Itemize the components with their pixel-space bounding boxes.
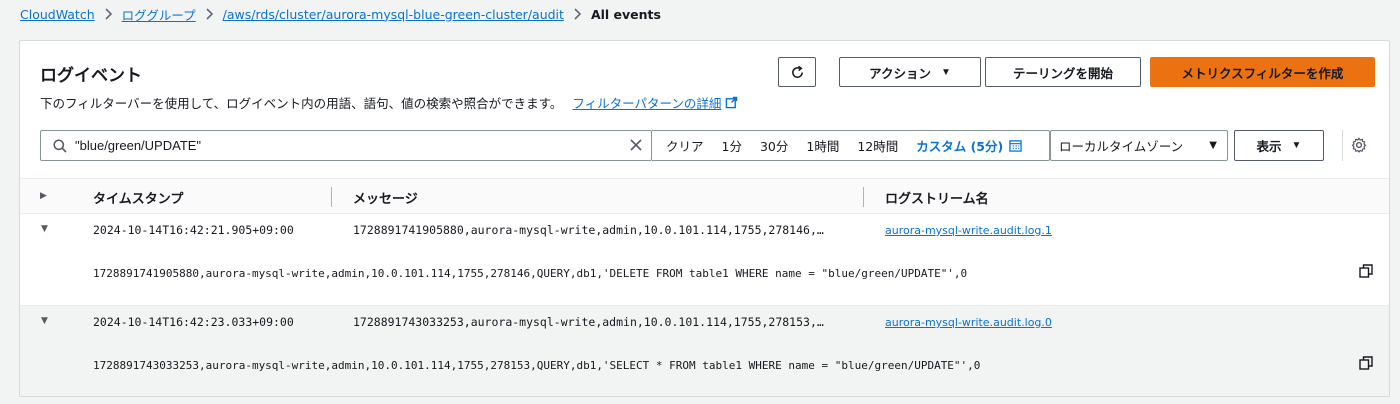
external-link-icon[interactable] xyxy=(725,96,738,109)
caret-down-icon: ▼ xyxy=(940,66,951,78)
filter-search-box xyxy=(40,130,652,161)
row-full-message: 1728891743033253,aurora-mysql-write,admi… xyxy=(93,359,981,372)
divider xyxy=(1342,130,1343,161)
row-message: 1728891743033253,aurora-mysql-write,admi… xyxy=(353,315,824,329)
time-range-1m[interactable]: 1分 xyxy=(722,136,742,155)
log-events-panel: ログイベント 下のフィルターバーを使用して、ログイベント内の用語、語句、値の検索… xyxy=(19,40,1390,397)
time-range-custom[interactable]: カスタム (5分) xyxy=(916,136,1003,155)
create-metric-filter-button[interactable]: メトリクスフィルターを作成 xyxy=(1150,57,1375,87)
timezone-selected: ローカルタイムゾーン xyxy=(1059,139,1184,154)
panel-title: ログイベント xyxy=(40,66,142,86)
chevron-right-icon xyxy=(573,8,582,20)
time-range-selector: クリア 1分 30分 1時間 12時間 カスタム (5分) xyxy=(652,130,1050,161)
refresh-icon xyxy=(790,65,805,80)
actions-label: アクション xyxy=(869,66,931,81)
caret-down-icon: ▼ xyxy=(1291,140,1302,151)
row-message: 1728891741905880,aurora-mysql-write,admi… xyxy=(353,223,824,237)
breadcrumb-log-group[interactable]: /aws/rds/cluster/aurora-mysql-blue-green… xyxy=(223,7,564,22)
row-timestamp: 2024-10-14T16:42:23.033+09:00 xyxy=(93,315,294,329)
start-tailing-button[interactable]: テーリングを開始 xyxy=(985,57,1141,87)
display-label: 表示 xyxy=(1256,140,1282,154)
caret-down-icon: ▼ xyxy=(1209,140,1217,151)
row-full-message: 1728891741905880,aurora-mysql-write,admi… xyxy=(93,267,968,280)
breadcrumb-current: All events xyxy=(590,6,661,22)
search-icon xyxy=(53,138,67,153)
panel-description: 下のフィルターバーを使用して、ログイベント内の用語、語句、値の検索や照合ができま… xyxy=(40,93,738,112)
breadcrumb: CloudWatch ロググループ /aws/rds/cluster/auror… xyxy=(20,5,661,23)
collapse-row-icon[interactable]: ▼ xyxy=(41,316,48,326)
time-range-12h[interactable]: 12時間 xyxy=(857,136,898,155)
row-log-stream-link[interactable]: aurora-mysql-write.audit.log.0 xyxy=(885,316,1052,329)
timezone-select[interactable]: ローカルタイムゾーン ▼ xyxy=(1050,130,1228,161)
refresh-button[interactable] xyxy=(778,57,816,87)
breadcrumb-log-groups[interactable]: ロググループ xyxy=(122,5,196,24)
table-row[interactable]: ▼ 2024-10-14T16:42:21.905+09:00 17288917… xyxy=(20,214,1389,306)
row-timestamp: 2024-10-14T16:42:21.905+09:00 xyxy=(93,223,294,237)
copy-icon[interactable] xyxy=(1359,264,1375,280)
time-range-30m[interactable]: 30分 xyxy=(760,136,788,155)
display-dropdown-button[interactable]: 表示 ▼ xyxy=(1234,130,1324,161)
table-header: ▶ タイムスタンプ メッセージ ログストリーム名 xyxy=(20,178,1389,214)
filter-search-input[interactable] xyxy=(75,138,615,153)
column-header-log-stream[interactable]: ログストリーム名 xyxy=(885,188,989,207)
time-range-clear[interactable]: クリア xyxy=(666,136,704,155)
time-range-1h[interactable]: 1時間 xyxy=(806,136,839,155)
filter-pattern-link[interactable]: フィルターパターンの詳細 xyxy=(572,93,721,112)
column-divider[interactable] xyxy=(331,187,332,207)
table-row[interactable]: ▼ 2024-10-14T16:42:23.033+09:00 17288917… xyxy=(20,306,1389,396)
column-header-timestamp[interactable]: タイムスタンプ xyxy=(93,188,183,207)
panel-description-text: 下のフィルターバーを使用して、ログイベント内の用語、語句、値の検索や照合ができま… xyxy=(40,96,563,111)
collapse-row-icon[interactable]: ▼ xyxy=(41,224,48,234)
actions-dropdown-button[interactable]: アクション ▼ xyxy=(839,57,981,87)
chevron-right-icon xyxy=(205,8,214,20)
column-divider[interactable] xyxy=(863,187,864,207)
gear-icon[interactable] xyxy=(1350,136,1368,154)
copy-icon[interactable] xyxy=(1359,356,1375,372)
calendar-icon[interactable] xyxy=(1009,139,1022,152)
column-header-message[interactable]: メッセージ xyxy=(353,188,418,207)
breadcrumb-cloudwatch[interactable]: CloudWatch xyxy=(20,7,95,22)
row-log-stream-link[interactable]: aurora-mysql-write.audit.log.1 xyxy=(885,224,1052,237)
chevron-right-icon xyxy=(104,8,113,20)
close-icon[interactable] xyxy=(627,136,645,154)
expand-all-icon[interactable]: ▶ xyxy=(40,191,47,201)
